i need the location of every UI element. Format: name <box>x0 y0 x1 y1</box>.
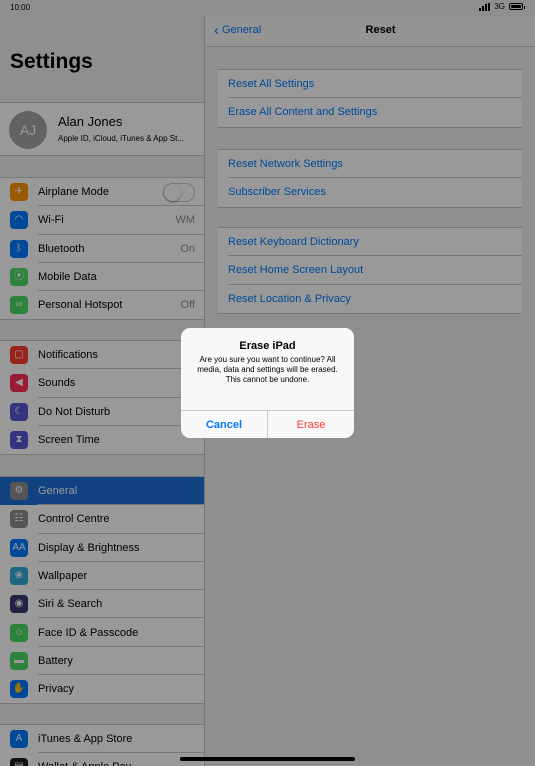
alert-buttons: Cancel Erase <box>181 410 354 438</box>
erase-button[interactable]: Erase <box>268 411 354 438</box>
alert-message-warning: This cannot be undone. <box>225 375 310 384</box>
cancel-button[interactable]: Cancel <box>181 411 268 438</box>
alert-message: Are you sure you want to continue? All m… <box>197 355 338 374</box>
erase-alert: Erase iPad Are you sure you want to cont… <box>181 328 354 438</box>
home-indicator[interactable] <box>180 757 355 761</box>
alert-title: Erase iPad <box>239 340 296 352</box>
